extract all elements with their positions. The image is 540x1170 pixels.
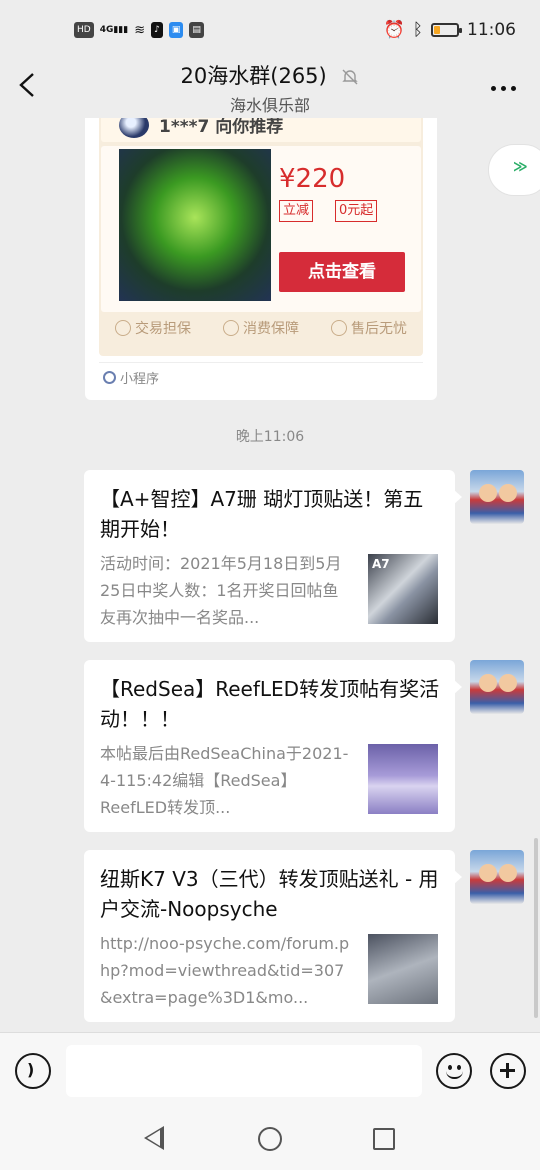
divider bbox=[99, 362, 423, 363]
hd-badge: HD bbox=[74, 22, 94, 38]
app-icon: ▣ bbox=[168, 22, 184, 38]
discount-tag: 立减 bbox=[279, 200, 314, 222]
shield-icon bbox=[223, 320, 239, 336]
status-icons-left: HD 4G▮▮▮ ≋ ♪ ▣ ▤ bbox=[74, 22, 204, 38]
coral-product-image bbox=[119, 149, 271, 301]
message-input[interactable] bbox=[66, 1045, 422, 1097]
link-thumbnail bbox=[368, 934, 438, 1004]
plus-icon[interactable] bbox=[490, 1053, 526, 1089]
mini-program-footer: 小程序 bbox=[103, 368, 159, 387]
system-nav-bar bbox=[0, 1108, 540, 1170]
status-time: 11:06 bbox=[467, 20, 516, 40]
mini-program-content: 1***7 向你推荐 ¥220 立减 0元起 点击查看 交易担保 消费保障 售后… bbox=[99, 118, 423, 356]
shield-icon bbox=[331, 320, 347, 336]
avatar[interactable] bbox=[470, 850, 524, 904]
shield-icon bbox=[115, 320, 131, 336]
more-dots-icon[interactable] bbox=[491, 86, 516, 91]
message-timestamp: 晚上11:06 bbox=[235, 429, 305, 445]
scroll-to-new-button[interactable]: ≫ bbox=[488, 144, 540, 196]
chat-title-row: 20海水群(265) bbox=[0, 60, 540, 90]
link-description: 活动时间：2021年5月18日到5月25日中奖人数：1名开奖日回帖鱼友再次抽中一… bbox=[100, 554, 342, 627]
mute-bell-icon bbox=[342, 69, 359, 85]
alarm-icon: ⏰ bbox=[383, 20, 405, 40]
notification-icon: ▤ bbox=[189, 22, 204, 38]
double-chevron-up-icon: ≫ bbox=[513, 159, 528, 175]
chat-title: 20海水群(265) bbox=[180, 64, 327, 88]
emoji-icon[interactable] bbox=[436, 1053, 472, 1089]
voice-icon[interactable]: ) bbox=[15, 1053, 51, 1089]
link-message-card[interactable]: 【A+智控】A7珊 瑚灯顶贴送！第五期开始！ 活动时间：2021年5月18日到5… bbox=[84, 470, 462, 642]
recommend-text: 1***7 向你推荐 bbox=[159, 118, 284, 137]
mini-program-icon bbox=[103, 371, 116, 384]
guarantee-item: 交易担保 bbox=[115, 318, 191, 338]
recommender-avatar bbox=[119, 118, 149, 138]
avatar[interactable] bbox=[470, 470, 524, 524]
view-button[interactable]: 点击查看 bbox=[279, 252, 405, 292]
nav-recent-icon[interactable] bbox=[373, 1128, 395, 1150]
chat-header: 20海水群(265) 海水俱乐部 bbox=[0, 52, 540, 118]
guarantee-row: 交易担保 消费保障 售后无忧 bbox=[99, 318, 423, 338]
recommend-row: 1***7 向你推荐 bbox=[101, 118, 421, 142]
guarantee-item: 消费保障 bbox=[223, 318, 299, 338]
link-title: 【A+智控】A7珊 瑚灯顶贴送！第五期开始！ bbox=[100, 487, 424, 541]
nav-back-icon[interactable] bbox=[144, 1126, 164, 1150]
bluetooth-icon: ᛒ bbox=[412, 20, 423, 40]
scrollbar[interactable] bbox=[534, 838, 538, 1018]
link-thumbnail bbox=[368, 744, 438, 814]
link-title: 【RedSea】ReefLED转发顶帖有奖活动！！！ bbox=[100, 677, 440, 731]
thumbnail-label: A7 bbox=[372, 557, 390, 571]
link-description: 本帖最后由RedSeaChina于2021-4-115:42编辑【RedSea】… bbox=[100, 744, 349, 817]
input-bar: ) bbox=[0, 1032, 540, 1108]
mini-program-card[interactable]: 1***7 向你推荐 ¥220 立减 0元起 点击查看 交易担保 消费保障 售后… bbox=[85, 118, 437, 400]
guarantee-item: 售后无忧 bbox=[331, 318, 407, 338]
message-list[interactable]: 1***7 向你推荐 ¥220 立减 0元起 点击查看 交易担保 消费保障 售后… bbox=[0, 118, 540, 1032]
status-icons-right: ⏰ ᛒ 11:06 bbox=[384, 20, 516, 40]
signal-4g-icon: 4G▮▮▮ bbox=[99, 25, 129, 35]
link-title: 纽斯K7 V3（三代）转发顶贴送礼 - 用户交流-Noopsyche bbox=[100, 867, 439, 921]
link-thumbnail: A7 bbox=[368, 554, 438, 624]
product-panel: ¥220 立减 0元起 点击查看 bbox=[101, 146, 421, 312]
chat-subtitle: 海水俱乐部 bbox=[229, 96, 310, 115]
link-message-card[interactable]: 纽斯K7 V3（三代）转发顶贴送礼 - 用户交流-Noopsyche http:… bbox=[84, 850, 462, 1022]
tiktok-icon: ♪ bbox=[151, 22, 163, 38]
battery-icon bbox=[431, 23, 462, 37]
link-description: http://noo-psyche.com/forum.php?mod=view… bbox=[100, 934, 350, 1007]
link-message-card[interactable]: 【RedSea】ReefLED转发顶帖有奖活动！！！ 本帖最后由RedSeaCh… bbox=[84, 660, 462, 832]
wifi-icon: ≋ bbox=[134, 22, 146, 38]
avatar[interactable] bbox=[470, 660, 524, 714]
zero-yuan-tag: 0元起 bbox=[335, 200, 378, 222]
product-price: ¥220 bbox=[279, 164, 346, 194]
nav-home-icon[interactable] bbox=[258, 1127, 282, 1151]
